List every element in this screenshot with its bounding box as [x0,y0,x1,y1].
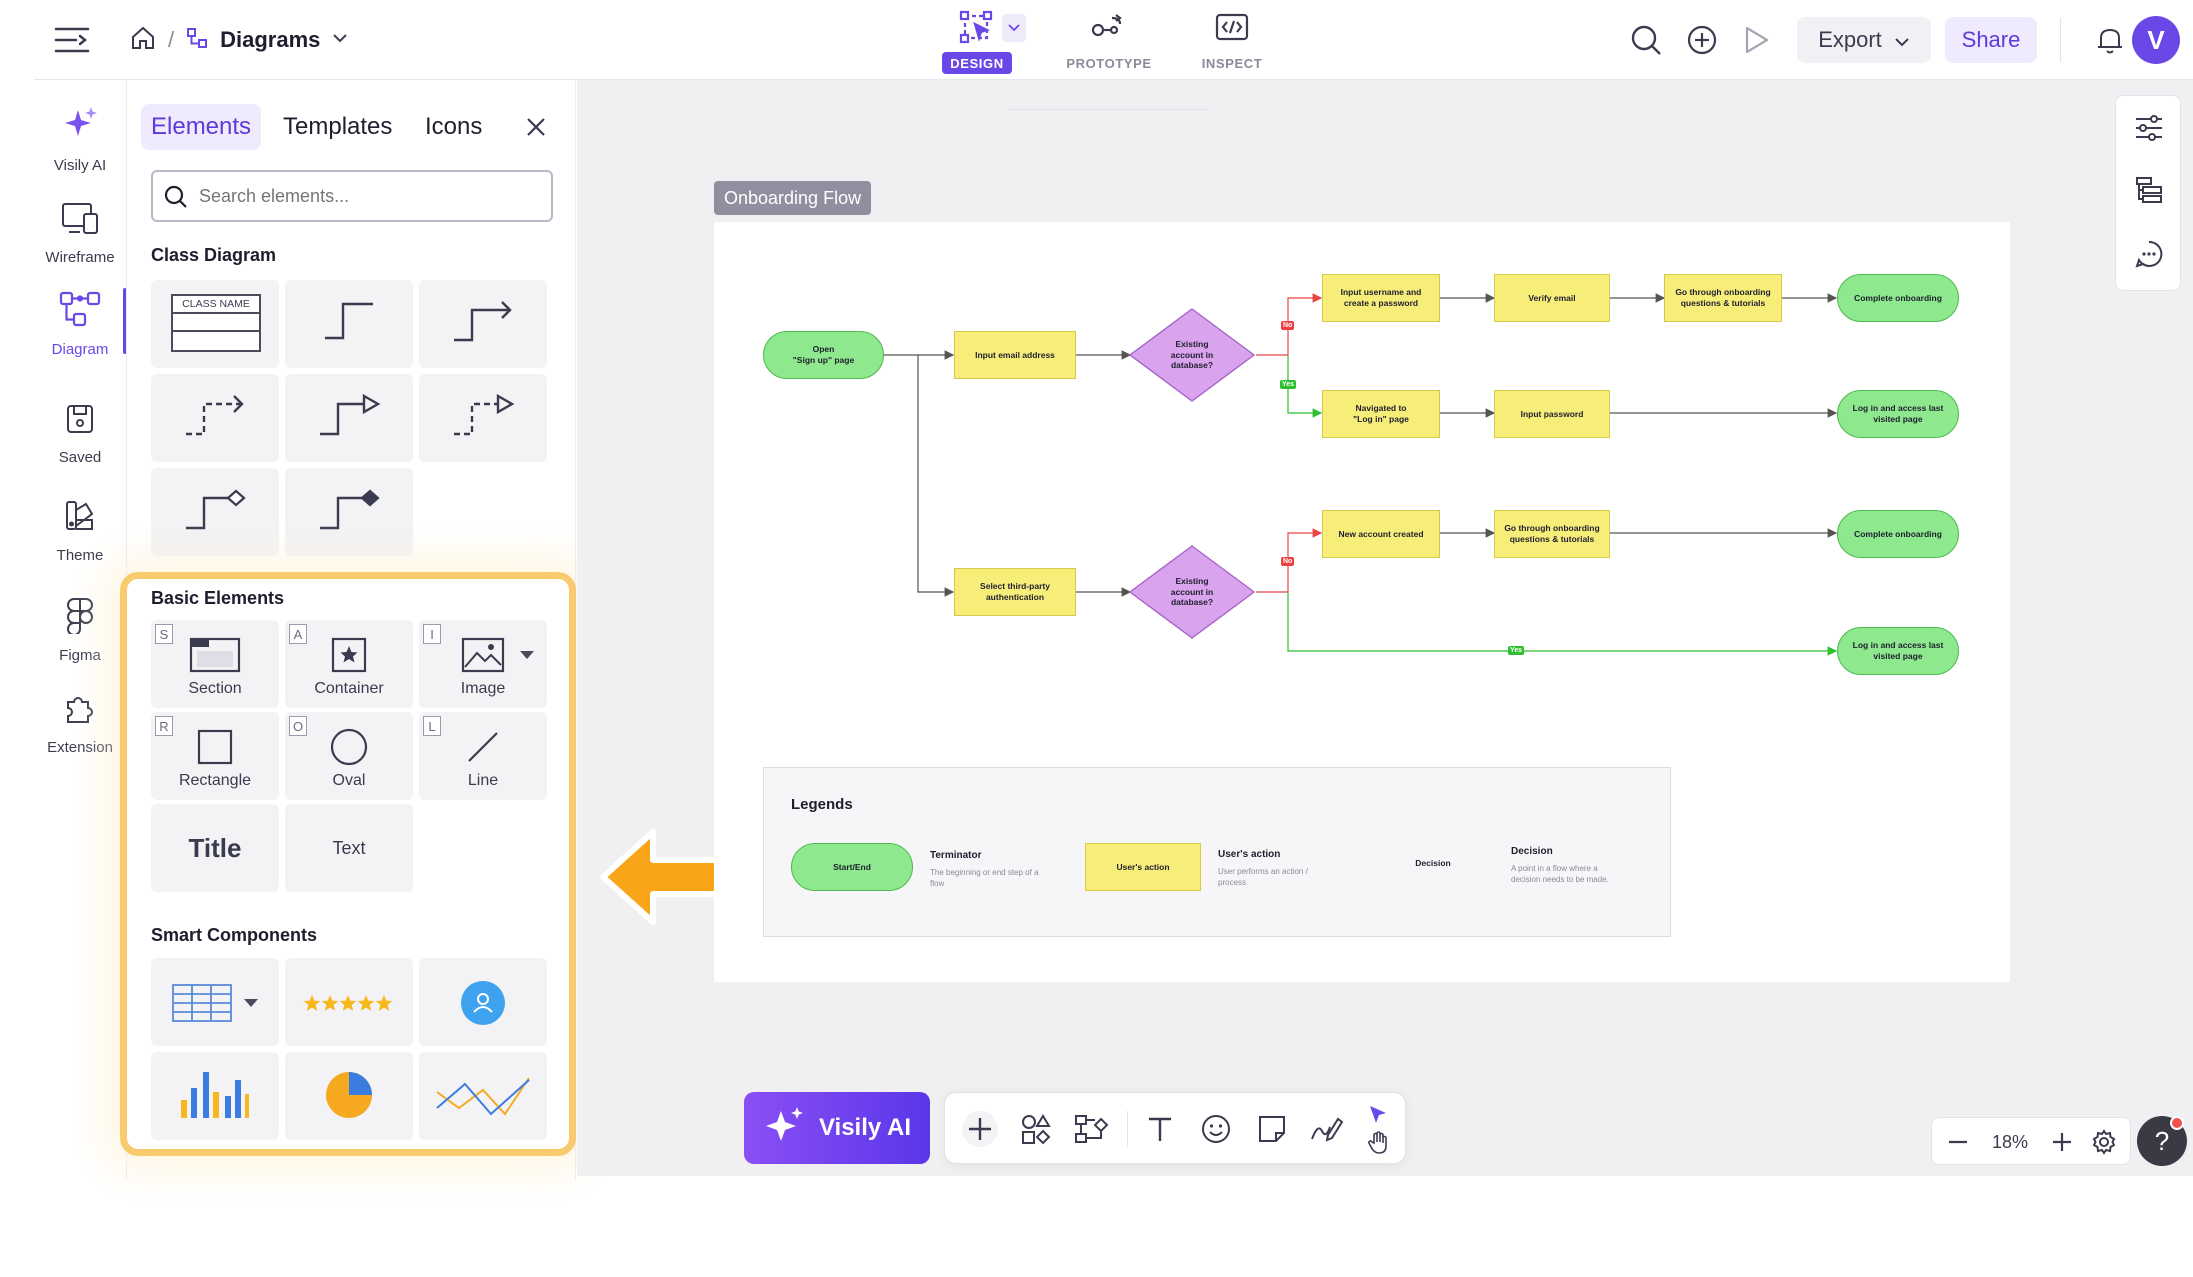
right-toolbar [2115,95,2181,291]
legend-users-action-title: User's action [1218,849,1281,860]
tag-yes: Yes [1508,646,1525,655]
legend-decision-node: Decision [1415,857,1451,868]
bottom-toolbar [944,1092,1406,1164]
node-verify-email[interactable]: Verify email [1494,274,1610,322]
node-input-username[interactable]: Input username and create a password [1322,274,1440,322]
legend-decision-desc: A point in a flow where a decision needs… [1511,864,1609,885]
zoom-controls: 18% [1931,1117,2131,1165]
shapes-icon[interactable] [1011,1093,1061,1165]
node-navigated-login[interactable]: Navigated to "Log in" page [1322,390,1440,438]
settings-gear-icon[interactable] [2086,1124,2122,1160]
visily-ai-button[interactable]: Visily AI [744,1092,930,1164]
node-new-account[interactable]: New account created [1322,510,1440,558]
comment-icon[interactable] [2132,234,2166,274]
legend-start-end: Start/End [791,843,913,891]
app-window: / Diagrams DESIGN PROTOTYPE INSPECT Expo… [0,0,2193,1277]
draw-icon[interactable] [1301,1093,1351,1165]
cursor-icon[interactable] [1363,1101,1393,1129]
tag-no: No [1281,557,1295,566]
layers-icon[interactable] [2132,170,2166,210]
zoom-in-icon[interactable] [2044,1124,2080,1160]
sticky-note-icon[interactable] [1247,1093,1297,1165]
node-login-1[interactable]: Log in and access last visited page [1837,390,1959,438]
sparkle-icon [763,1103,807,1154]
tag-no: No [1281,321,1295,330]
emoji-icon[interactable] [1191,1093,1241,1165]
node-decision-2[interactable]: Existing account in database? [1150,568,1234,616]
legend-terminator-title: Terminator [930,850,982,861]
zoom-out-icon[interactable] [1940,1124,1976,1160]
legend-terminator-desc: The beginning or end step of a flow [930,868,1039,889]
notification-dot [2170,1116,2184,1130]
node-third-party[interactable]: Select third-party authentication [954,568,1076,616]
legend-users-action-desc: User performs an action / process [1218,867,1308,888]
text-icon[interactable] [1135,1093,1185,1165]
legend-title: Legends [791,796,853,813]
tag-yes: Yes [1280,380,1297,389]
node-onboarding-questions-2[interactable]: Go through onboarding questions & tutori… [1494,510,1610,558]
node-complete-onboarding-1[interactable]: Complete onboarding [1837,274,1959,322]
pointer-group [1359,1099,1399,1159]
add-icon[interactable] [955,1093,1005,1165]
divider [1127,1111,1128,1147]
node-input-password[interactable]: Input password [1494,390,1610,438]
legend-decision-title: Decision [1511,846,1553,857]
node-onboarding-questions-1[interactable]: Go through onboarding questions & tutori… [1664,274,1782,322]
node-input-email[interactable]: Input email address [954,331,1076,379]
zoom-level[interactable]: 18% [1980,1124,2040,1160]
node-decision-1[interactable]: Existing account in database? [1150,331,1234,379]
sliders-icon[interactable] [2132,108,2166,148]
legend-users-action-node: User's action [1085,843,1201,891]
node-complete-onboarding-2[interactable]: Complete onboarding [1837,510,1959,558]
node-login-2[interactable]: Log in and access last visited page [1837,627,1959,675]
node-open-signup[interactable]: Open "Sign up" page [763,331,884,379]
visily-ai-label: Visily AI [818,1114,912,1141]
hand-icon[interactable] [1363,1129,1393,1157]
flow-icon[interactable] [1067,1093,1117,1165]
